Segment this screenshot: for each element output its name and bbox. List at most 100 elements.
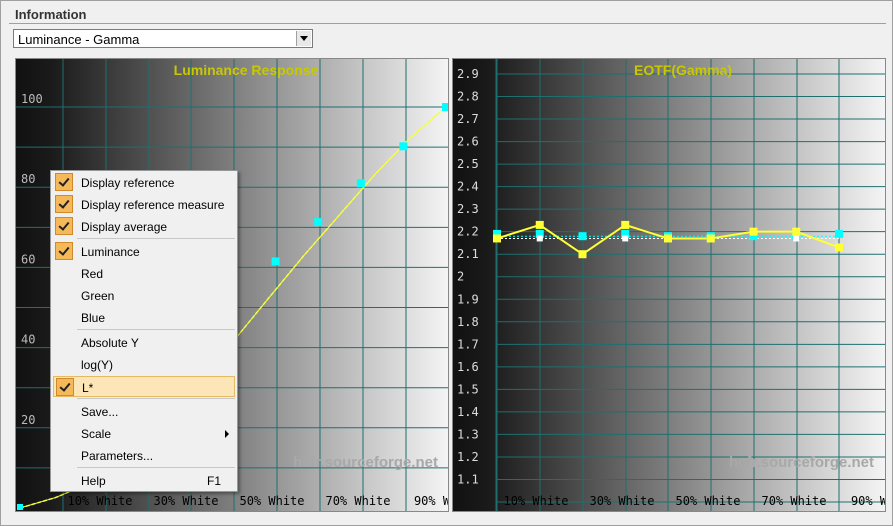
menu-item-l[interactable]: L* — [53, 376, 235, 397]
x-tick-label: 30% White — [153, 494, 218, 508]
y-tick-label: 1.6 — [457, 360, 479, 374]
checkmark-icon — [55, 173, 73, 191]
menu-item-label: log(Y) — [81, 358, 114, 372]
y-tick-label: 40 — [21, 333, 35, 347]
measure-marker[interactable] — [578, 250, 587, 259]
y-tick-label: 1.5 — [457, 382, 479, 396]
y-tick-label: 1.3 — [457, 427, 479, 441]
menu-separator — [77, 467, 235, 468]
measure-marker[interactable] — [664, 234, 672, 243]
watermark: hcfr.sourceforge.net — [293, 454, 438, 471]
menu-item-display-reference-measure[interactable]: Display reference measure — [53, 194, 235, 215]
y-tick-label: 100 — [21, 92, 43, 106]
menu-item-log-y[interactable]: log(Y) — [53, 354, 235, 375]
panel-divider — [9, 23, 886, 24]
menu-item-blue[interactable]: Blue — [53, 307, 235, 328]
measure-marker[interactable] — [749, 227, 758, 236]
chevron-down-icon[interactable] — [296, 31, 311, 46]
checkmark-icon — [55, 242, 73, 260]
y-tick-label: 1.8 — [457, 315, 479, 329]
y-tick-label: 20 — [21, 413, 35, 427]
y-tick-label: 2.6 — [457, 135, 479, 149]
menu-item-save[interactable]: Save... — [53, 401, 235, 422]
eotf-gamma-chart[interactable]: 1.1 1.2 1.3 1.4 1.5 1.6 1.7 1.8 1.9 2 2.1 2.2 2.3 2.4… — [452, 58, 886, 512]
y-tick-label: 1.2 — [457, 450, 479, 464]
menu-item-label: Scale — [81, 427, 112, 441]
menu-item-green[interactable]: Green — [53, 285, 235, 306]
x-tick-label: 10% White — [503, 494, 568, 508]
menu-separator — [77, 238, 235, 239]
menu-item-scale[interactable]: Scale — [53, 423, 235, 444]
chart-background — [453, 59, 885, 511]
menu-item-label: Absolute Y — [81, 336, 139, 350]
y-tick-label: 2 — [457, 270, 464, 284]
y-tick-label: 80 — [21, 172, 35, 186]
measure-marker[interactable] — [356, 179, 365, 188]
y-tick-label: 60 — [21, 252, 35, 266]
y-tick-label: 1.1 — [457, 472, 479, 486]
x-tick-label: 50% White — [675, 494, 740, 508]
x-tick-label: 30% White — [589, 494, 654, 508]
menu-item-shortcut: F1 — [206, 474, 221, 488]
y-tick-label: 1.4 — [457, 405, 479, 419]
menu-item-label: Luminance — [81, 245, 140, 259]
watermark: hcfr.sourceforge.net — [729, 454, 874, 471]
x-tick-label: 70% White — [761, 494, 826, 508]
measure-marker[interactable] — [835, 243, 843, 252]
measure-marker[interactable] — [442, 103, 448, 112]
y-tick-label: 2.8 — [457, 90, 479, 104]
y-tick-label: 2.2 — [457, 225, 479, 239]
panel-title: Information — [15, 7, 87, 22]
checkmark-icon — [56, 378, 74, 396]
chart-context-menu: Display reference Display reference measu… — [50, 170, 238, 492]
menu-separator — [77, 398, 235, 399]
measure-marker[interactable] — [535, 220, 544, 229]
menu-separator — [77, 329, 235, 330]
menu-item-luminance[interactable]: Luminance — [53, 241, 235, 262]
measure-marker[interactable] — [399, 142, 408, 151]
y-tick-label: 2.9 — [457, 67, 479, 81]
menu-item-red[interactable]: Red — [53, 263, 235, 284]
y-tick-label: 1.7 — [457, 337, 479, 351]
menu-item-label: Display average — [81, 220, 168, 234]
menu-item-display-reference[interactable]: Display reference — [53, 172, 235, 193]
reference-point — [536, 235, 543, 242]
y-tick-label: 2.5 — [457, 157, 479, 171]
chart-title: Luminance Response — [174, 62, 319, 78]
checkmark-icon — [55, 217, 73, 235]
reference-marker[interactable] — [578, 232, 587, 241]
submenu-arrow-icon — [225, 430, 229, 438]
menu-item-absolute-y[interactable]: Absolute Y — [53, 332, 235, 353]
menu-item-label: Save... — [81, 405, 119, 419]
reference-point — [793, 235, 800, 242]
menu-item-display-average[interactable]: Display average — [53, 216, 235, 237]
menu-item-label: Display reference measure — [81, 198, 225, 212]
menu-item-parameters[interactable]: Parameters... — [53, 445, 235, 466]
x-tick-label: 50% White — [239, 494, 304, 508]
measure-marker[interactable] — [706, 234, 715, 243]
reference-point — [622, 235, 629, 242]
x-tick-label: 10% White — [67, 494, 132, 508]
y-tick-label: 2.4 — [457, 180, 479, 194]
y-tick-label: 2.3 — [457, 202, 479, 216]
chart-title: EOTF(Gamma) — [634, 62, 732, 78]
y-tick-label: 2.1 — [457, 247, 479, 261]
measure-marker[interactable] — [621, 220, 630, 229]
reference-marker[interactable] — [835, 229, 843, 238]
chart-type-select[interactable]: Luminance - Gamma — [13, 29, 313, 48]
checkmark-icon — [55, 195, 73, 213]
menu-item-label: Parameters... — [81, 449, 154, 463]
measure-marker[interactable] — [314, 218, 323, 227]
information-panel: Information Luminance - Gamma 20 40 60 80 10… — [0, 0, 893, 526]
menu-item-label: Green — [81, 289, 115, 303]
measure-marker[interactable] — [792, 227, 801, 236]
menu-item-label: Red — [81, 267, 104, 281]
menu-item-help[interactable]: Help F1 — [53, 470, 235, 491]
measure-marker[interactable] — [17, 504, 23, 510]
measure-marker[interactable] — [493, 234, 501, 243]
x-tick-label: 90% W — [414, 494, 448, 508]
x-tick-label: 70% White — [325, 494, 390, 508]
menu-item-label: Help — [81, 474, 106, 488]
eotf-gamma-plot: 1.1 1.2 1.3 1.4 1.5 1.6 1.7 1.8 1.9 2 2.1 2.2 2.3 2.4… — [453, 59, 885, 511]
measure-marker[interactable] — [271, 257, 280, 266]
